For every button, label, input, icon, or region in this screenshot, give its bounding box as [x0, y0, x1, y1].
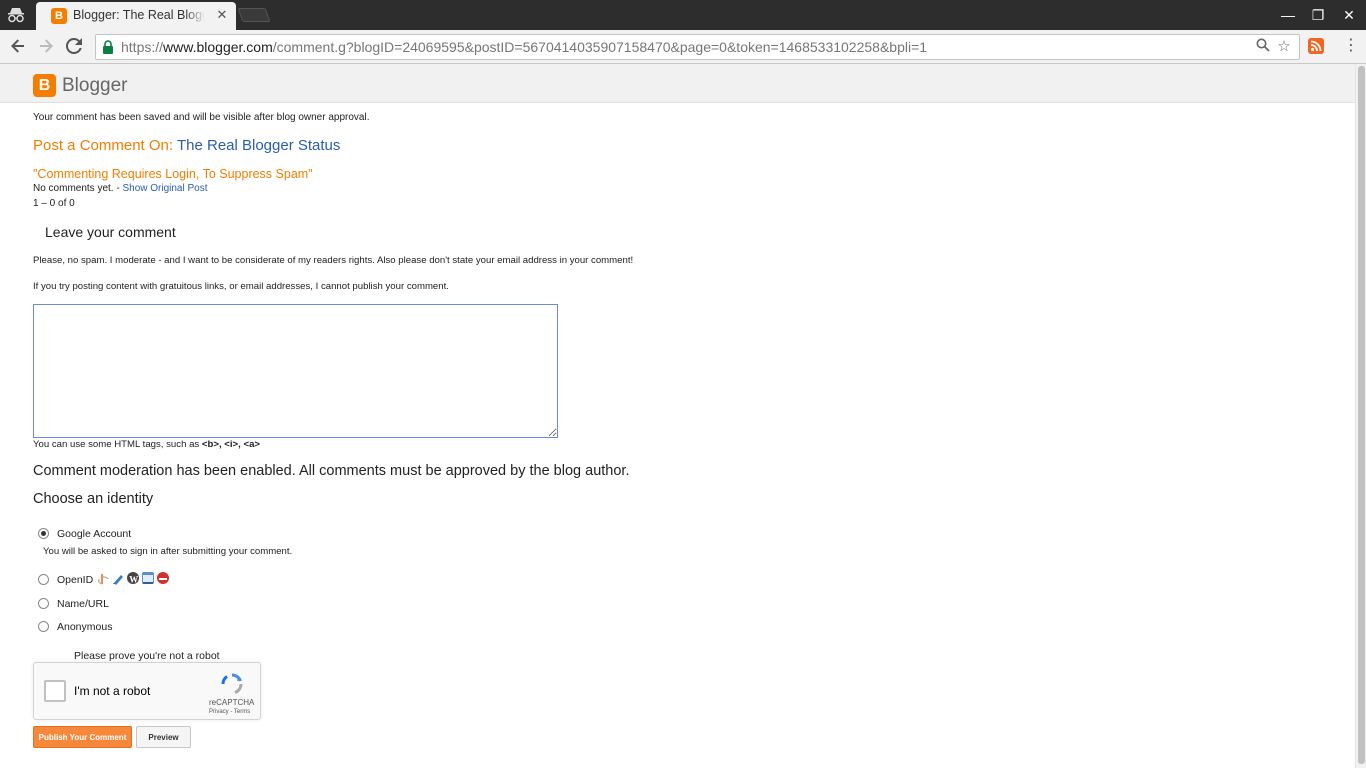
radio-google-account[interactable] [38, 528, 49, 539]
aol-icon [157, 572, 169, 584]
comment-textarea[interactable] [33, 304, 558, 438]
post-title: "Commenting Requires Login, To Suppress … [33, 167, 313, 181]
recaptcha-checkbox[interactable] [44, 680, 66, 702]
browser-toolbar: https://www.blogger.com/comment.g?blogID… [0, 30, 1366, 64]
close-window-button[interactable]: ✕ [1339, 5, 1359, 25]
label-openid[interactable]: OpenID [57, 574, 93, 586]
html-hint-text: You can use some HTML tags, such as [33, 439, 202, 450]
incognito-icon [8, 8, 24, 23]
reload-button[interactable] [63, 35, 85, 57]
new-tab-button[interactable] [237, 8, 271, 22]
svg-text:W: W [129, 575, 138, 585]
recaptcha-widget: I'm not a robot reCAPTCHA Privacy - Term… [33, 662, 261, 720]
radio-name-url[interactable] [38, 598, 49, 609]
forward-button[interactable] [35, 35, 57, 57]
bookmark-star-icon[interactable]: ☆ [1275, 38, 1293, 56]
blogger-brand: Blogger [62, 75, 128, 96]
recaptcha-label[interactable]: I'm not a robot [74, 684, 150, 698]
label-google-account[interactable]: Google Account [57, 528, 131, 540]
blogger-favicon-icon: B [51, 8, 67, 24]
comment-count: 1 – 0 of 0 [33, 198, 75, 209]
blogger-header: B Blogger [0, 64, 1355, 103]
livejournal-icon [112, 572, 124, 585]
scrollbar-thumb[interactable] [1358, 66, 1365, 764]
recaptcha-terms-link[interactable]: Privacy - Terms [209, 709, 250, 715]
html-hint: You can use some HTML tags, such as <b>,… [33, 439, 260, 450]
arrow-right-icon [40, 39, 53, 53]
url-path: /comment.g?blogID=24069595&postID=567041… [272, 39, 928, 55]
google-signin-note: You will be asked to sign in after submi… [43, 546, 293, 557]
recaptcha-logo-icon [221, 673, 243, 694]
restore-button[interactable]: ❐ [1308, 5, 1328, 25]
browser-menu-icon[interactable]: ⋮ [1343, 36, 1359, 56]
tab-close-icon[interactable]: ✕ [214, 7, 230, 23]
moderation-message-1: Please, no spam. I moderate - and I want… [33, 255, 634, 266]
no-comments-text: No comments yet. - [33, 183, 123, 194]
url-text: https://www.blogger.com/comment.g?blogID… [121, 39, 927, 55]
radio-anonymous[interactable] [38, 621, 49, 632]
moderation-enabled-text: Comment moderation has been enabled. All… [33, 463, 630, 479]
radio-openid[interactable] [38, 574, 49, 585]
leave-comment-heading: Leave your comment [45, 224, 176, 240]
tab-strip: B Blogger: The Real Blogger Status ✕ — ❐… [0, 0, 1366, 30]
moderation-message-2: If you try posting content with gratuito… [33, 281, 449, 292]
back-button[interactable] [7, 35, 29, 57]
choose-identity-heading: Choose an identity [33, 491, 154, 507]
saved-notice: Your comment has been saved and will be … [33, 112, 370, 123]
minimize-button[interactable]: — [1278, 5, 1298, 25]
openid-logo-icon [97, 572, 109, 585]
typepad-icon [142, 572, 154, 584]
label-name-url[interactable]: Name/URL [57, 598, 109, 610]
tab-title: Blogger: The Real Blogger Status [73, 8, 205, 22]
zoom-icon[interactable] [1254, 38, 1272, 56]
label-anonymous[interactable]: Anonymous [57, 621, 112, 633]
blog-name-link[interactable]: The Real Blogger Status [177, 137, 340, 154]
lock-icon [103, 40, 113, 54]
no-comments-line: No comments yet. - Show Original Post [33, 183, 208, 194]
show-original-post-link[interactable]: Show Original Post [122, 183, 207, 194]
reload-icon [65, 37, 82, 54]
post-comment-prefix: Post a Comment On: [33, 137, 174, 154]
preview-button[interactable]: Preview [136, 726, 191, 748]
recaptcha-brand: reCAPTCHA [209, 698, 255, 707]
arrow-left-icon [11, 39, 24, 53]
rss-extension-icon[interactable] [1308, 38, 1324, 54]
url-scheme: https:// [121, 39, 164, 55]
captcha-prompt: Please prove you're not a robot [74, 650, 220, 662]
browser-tab[interactable]: B Blogger: The Real Blogger Status ✕ [36, 2, 236, 30]
blogger-logo-icon: B [33, 74, 56, 97]
html-hint-tags: <b>, <i>, <a> [201, 439, 261, 450]
publish-comment-button[interactable]: Publish Your Comment [33, 726, 132, 748]
url-host: www.blogger.com [163, 39, 273, 55]
page-scrollbar[interactable] [1355, 64, 1366, 768]
address-bar[interactable]: https://www.blogger.com/comment.g?blogID… [95, 34, 1300, 60]
post-comment-heading: Post a Comment On: The Real Blogger Stat… [33, 137, 340, 154]
wordpress-icon: W [127, 572, 139, 585]
